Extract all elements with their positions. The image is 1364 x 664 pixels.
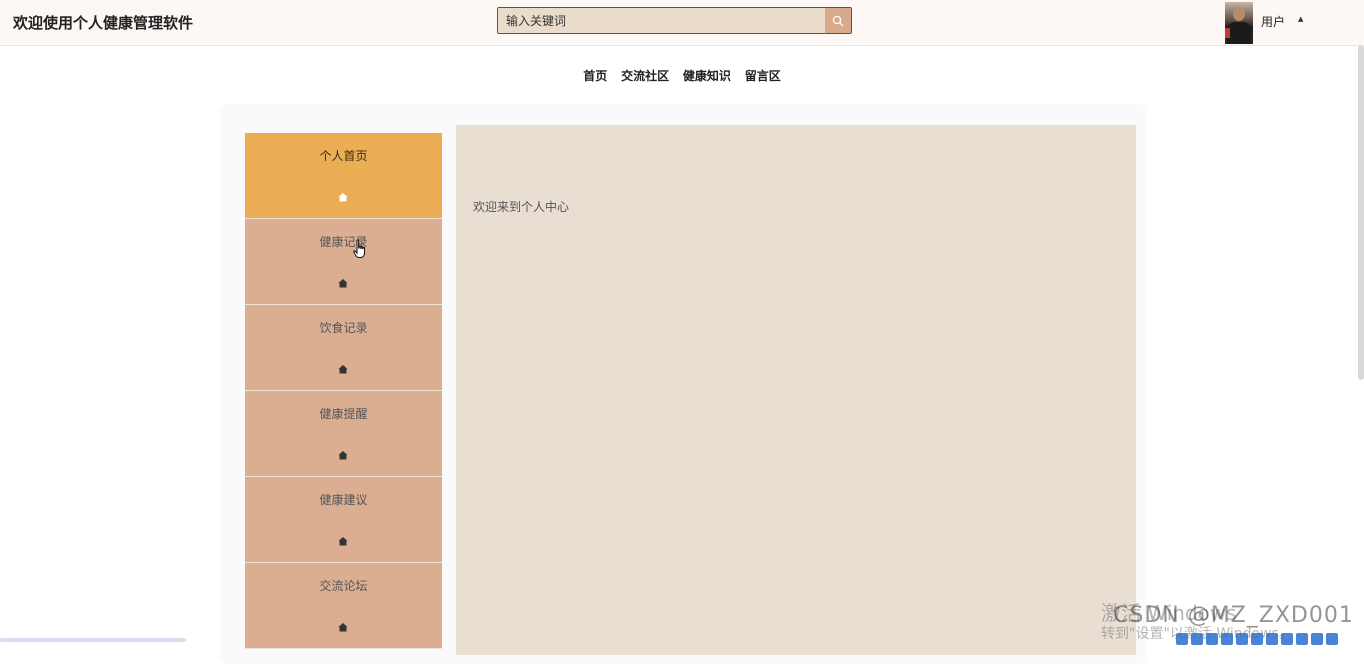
nav-home[interactable]: 首页 <box>583 69 607 83</box>
tray-icon[interactable] <box>1191 633 1203 645</box>
sidebar: 个人首页 健康记录 饮食记录 健康提醒 健康建议 交流论坛 <box>245 133 442 649</box>
search-input[interactable] <box>498 8 826 33</box>
sidebar-item-forum[interactable]: 交流论坛 <box>245 563 442 649</box>
sidebar-item-health-records[interactable]: 健康记录 <box>245 219 442 305</box>
tray-icon[interactable] <box>1176 633 1188 645</box>
system-tray <box>1176 630 1364 645</box>
sidebar-item-personal-home[interactable]: 个人首页 <box>245 133 442 219</box>
home-icon <box>338 537 348 546</box>
sidebar-item-label: 健康提醒 <box>319 407 368 421</box>
tray-icon[interactable] <box>1206 633 1218 645</box>
welcome-text: 欢迎来到个人中心 <box>473 200 570 214</box>
tray-icon[interactable] <box>1311 633 1323 645</box>
tray-icon[interactable] <box>1266 633 1278 645</box>
nav-health-knowledge[interactable]: 健康知识 <box>683 69 731 83</box>
home-icon <box>338 279 348 288</box>
sidebar-item-label: 健康记录 <box>319 235 368 249</box>
top-header: 欢迎使用个人健康管理软件 用户 ▲ <box>0 0 1364 46</box>
search-button[interactable] <box>825 8 851 33</box>
nav-community[interactable]: 交流社区 <box>621 69 669 83</box>
sidebar-item-label: 饮食记录 <box>319 321 368 335</box>
content-area: 欢迎来到个人中心 <box>456 125 1136 655</box>
home-icon <box>338 193 348 202</box>
sidebar-item-diet-records[interactable]: 饮食记录 <box>245 305 442 391</box>
csdn-watermark: CSDN @MZ_ZXD001 <box>1113 603 1354 628</box>
sidebar-item-health-reminders[interactable]: 健康提醒 <box>245 391 442 477</box>
home-icon <box>338 623 348 632</box>
tray-icon[interactable] <box>1326 633 1338 645</box>
avatar[interactable] <box>1225 2 1253 44</box>
main-nav: 首页 交流社区 健康知识 留言区 <box>0 67 1364 84</box>
home-icon <box>338 365 348 374</box>
tray-icon[interactable] <box>1236 633 1248 645</box>
user-name[interactable]: 用户 <box>1261 13 1285 30</box>
tray-icon[interactable] <box>1281 633 1293 645</box>
page-scrollbar[interactable] <box>1358 45 1364 380</box>
sidebar-item-label: 个人首页 <box>319 149 368 163</box>
sidebar-item-health-advice[interactable]: 健康建议 <box>245 477 442 563</box>
hand-cursor-icon <box>353 239 365 258</box>
nav-message-board[interactable]: 留言区 <box>745 69 781 83</box>
sidebar-item-label: 健康建议 <box>319 493 368 507</box>
home-icon <box>338 451 348 460</box>
search-box <box>497 7 852 34</box>
tray-icon[interactable] <box>1251 633 1263 645</box>
tray-icon[interactable] <box>1221 633 1233 645</box>
sidebar-item-label: 交流论坛 <box>319 579 368 593</box>
app-title: 欢迎使用个人健康管理软件 <box>13 14 194 32</box>
bottom-scrollbar[interactable] <box>0 638 186 642</box>
tray-icon[interactable] <box>1296 633 1308 645</box>
search-icon <box>832 15 844 26</box>
caret-down-icon[interactable]: ▲ <box>1298 15 1303 23</box>
